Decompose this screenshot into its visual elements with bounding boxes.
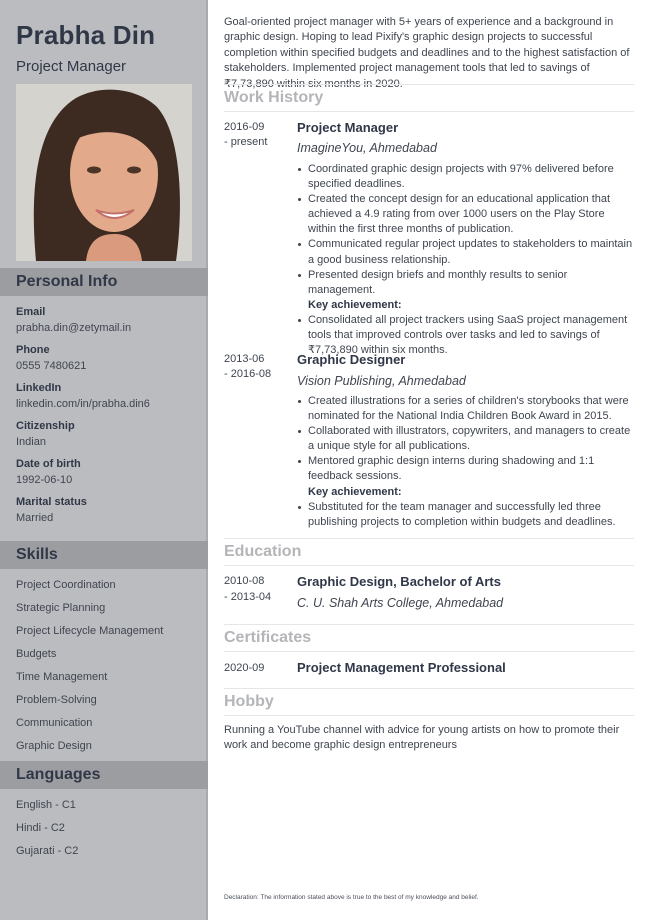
candidate-role: Project Manager (16, 58, 127, 75)
info-label: Date of birth (16, 458, 81, 470)
certificate-name: Project Management Professional (297, 660, 506, 675)
job-company: Vision Publishing, Ahmedabad (297, 374, 466, 388)
citizenship-value: Indian (16, 436, 46, 448)
date-of-birth-value: 1992-06-10 (16, 474, 73, 486)
skill-item: Project Lifecycle Management (16, 625, 164, 637)
certificates-heading: Certificates (224, 624, 634, 652)
info-linkedin: LinkedIn linkedin.com/in/prabha.din6 (16, 381, 201, 412)
education-date-end: - 2013-04 (224, 591, 272, 603)
linkedin-value[interactable]: linkedin.com/in/prabha.din6 (16, 396, 201, 412)
education-school: C. U. Shah Arts College, Ahmedabad (297, 596, 504, 610)
job-date-start: 2013-06 (224, 353, 265, 365)
skill-item: Communication (16, 717, 93, 729)
languages-heading: Languages (0, 761, 208, 789)
skill-item: Problem-Solving (16, 694, 97, 706)
email-value[interactable]: prabha.din@zetymail.in (16, 320, 201, 336)
summary: Goal-oriented project manager with 5+ ye… (224, 16, 630, 90)
job-date-start: 2016-09 (224, 121, 265, 133)
info-date-of-birth: Date of birth 1992-06-10 (16, 457, 201, 488)
declaration: Declaration: The information stated abov… (224, 894, 479, 901)
skill-item: Project Coordination (16, 579, 116, 591)
job-company: ImagineYou, Ahmedabad (297, 141, 437, 155)
skill-item: Graphic Design (16, 740, 92, 752)
info-label: Phone (16, 344, 50, 356)
language-item: Hindi - C2 (16, 822, 65, 834)
key-achievement-label: Key achievement: (308, 485, 402, 498)
certificate-date: 2020-09 (224, 662, 265, 674)
education-date-start: 2010-08 (224, 575, 265, 587)
hobby-heading: Hobby (224, 688, 634, 716)
skills-heading: Skills (0, 541, 208, 569)
profile-photo-illustration (16, 84, 192, 261)
key-achievement-bullet: Substituted for the team manager and suc… (297, 500, 634, 530)
info-label: Marital status (16, 496, 87, 508)
marital-status-value: Married (16, 512, 54, 524)
candidate-name: Prabha Din (16, 20, 156, 50)
language-item: English - C1 (16, 799, 76, 811)
job-date-end: - 2016-08 (224, 368, 272, 380)
info-phone: Phone 0555 7480621 (16, 343, 201, 374)
profile-photo (16, 84, 192, 261)
job-bullet: Collaborated with illustrators, copywrit… (297, 424, 634, 454)
job-bullets: Created illustrations for a series of ch… (297, 394, 634, 530)
sidebar: Prabha Din Project Manager Personal Info… (0, 0, 208, 920)
work-history-heading: Work History (224, 84, 634, 112)
job-bullet: Communicated regular project updates to … (297, 237, 634, 267)
job-bullet: Created the concept design for an educat… (297, 192, 634, 237)
job-bullet: Presented design briefs and monthly resu… (297, 268, 634, 298)
info-marital-status: Marital status Married (16, 495, 201, 526)
job-bullet: Coordinated graphic design projects with… (297, 162, 634, 192)
info-citizenship: Citizenship Indian (16, 419, 201, 450)
skill-item: Strategic Planning (16, 602, 106, 614)
info-label: Email (16, 306, 46, 318)
job-bullet: Created illustrations for a series of ch… (297, 394, 634, 424)
language-item: Gujarati - C2 (16, 845, 79, 857)
info-email: Email prabha.din@zetymail.in (16, 305, 201, 336)
skill-item: Budgets (16, 648, 57, 660)
personal-info-heading: Personal Info (0, 268, 208, 296)
job-bullets: Coordinated graphic design projects with… (297, 162, 634, 358)
job-date-end: - present (224, 136, 268, 148)
skill-item: Time Management (16, 671, 108, 683)
phone-value: 0555 7480621 (16, 360, 87, 372)
info-label: Citizenship (16, 420, 75, 432)
info-label: LinkedIn (16, 382, 62, 394)
key-achievement-label: Key achievement: (308, 298, 402, 311)
job-bullet: Mentored graphic design interns during s… (297, 454, 634, 484)
job-title: Project Manager (297, 120, 399, 135)
education-heading: Education (224, 538, 634, 566)
job-title: Graphic Designer (297, 352, 406, 367)
education-degree: Graphic Design, Bachelor of Arts (297, 574, 501, 589)
hobby-text: Running a YouTube channel with advice fo… (224, 724, 620, 752)
